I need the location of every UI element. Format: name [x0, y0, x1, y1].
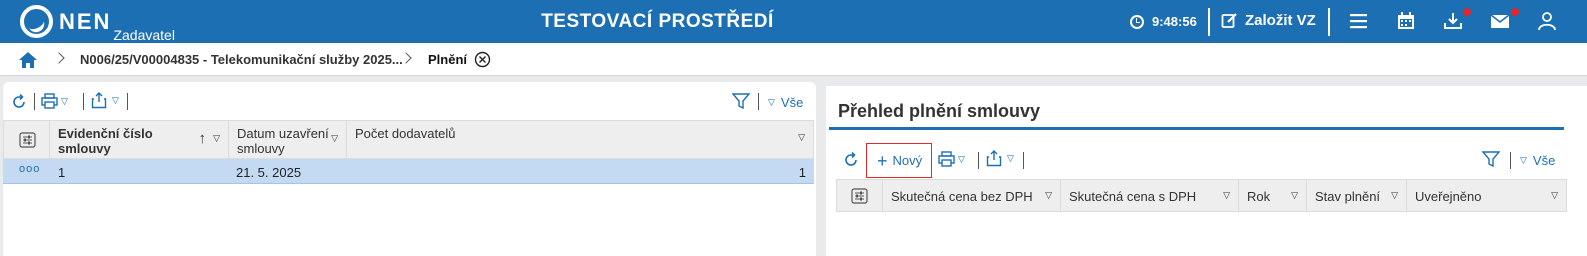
session-timer: 9:48:56: [1130, 14, 1197, 29]
divider: [978, 152, 979, 169]
filter-all-label: Vše: [780, 95, 804, 110]
divider: [1023, 152, 1024, 169]
plus-icon: +: [877, 150, 888, 171]
dropdown-triangle-icon: ▽: [1007, 153, 1014, 163]
column-header-status[interactable]: Stav plnění ▽: [1306, 179, 1407, 212]
performance-panel: Přehled plnění smlouvy + Nový ▽ ▽ ▽ Vše …: [826, 86, 1587, 256]
create-tender-label: Založit VZ: [1245, 12, 1316, 29]
dropdown-triangle-icon: ▽: [958, 153, 965, 164]
dropdown-triangle-icon: ▽: [112, 95, 119, 105]
share-icon: [91, 92, 107, 109]
environment-title: TESTOVACÍ PROSTŘEDÍ: [541, 11, 774, 32]
column-label: Evidenční číslo smlouvy: [58, 126, 153, 156]
new-button[interactable]: + Nový: [866, 143, 932, 178]
column-settings-cell[interactable]: [3, 120, 50, 159]
refresh-icon[interactable]: [843, 152, 859, 168]
filter-icon[interactable]: [1482, 151, 1500, 168]
refresh-icon[interactable]: [11, 94, 27, 110]
filter-all-dropdown[interactable]: ▽ Vše: [1520, 153, 1555, 168]
settings-sliders-icon: [851, 188, 868, 204]
divider: [83, 93, 84, 110]
divider: [34, 93, 35, 110]
divider: [1510, 152, 1511, 169]
home-icon[interactable]: [18, 51, 38, 69]
row-menu-icon[interactable]: ooo: [19, 163, 40, 175]
column-label: Uveřejněno: [1415, 189, 1482, 204]
column-filter-icon[interactable]: ▽: [1551, 190, 1558, 201]
print-button[interactable]: ▽: [938, 151, 965, 167]
column-label: Datum uzavření smlouvy: [237, 126, 329, 156]
column-label: Stav plnění: [1315, 189, 1381, 204]
column-filter-icon[interactable]: ▽: [331, 133, 338, 144]
column-label: Počet dodavatelů: [355, 126, 456, 141]
column-filter-icon[interactable]: ▽: [1391, 190, 1398, 201]
column-filter-icon[interactable]: ▽: [1045, 190, 1052, 201]
cell-supplier-count: 1: [798, 165, 806, 180]
sort-ascending-icon[interactable]: ↑: [199, 130, 207, 147]
filter-all-dropdown[interactable]: ▽ Vše: [768, 95, 803, 110]
mail-notification-dot: [1511, 8, 1519, 16]
download-notification-dot: [1463, 8, 1471, 16]
filter-all-label: Vše: [1532, 153, 1556, 168]
printer-icon: [938, 151, 955, 167]
settings-sliders-icon: [19, 132, 36, 148]
column-filter-icon[interactable]: ▽: [213, 133, 220, 144]
divider: [127, 93, 128, 110]
divider: [758, 93, 759, 110]
new-button-label: Nový: [892, 153, 923, 168]
share-icon: [986, 150, 1002, 167]
breadcrumb-tender[interactable]: N006/25/V00004835 - Telekomunikační služ…: [80, 52, 403, 67]
user-icon[interactable]: [1537, 11, 1557, 31]
contracts-panel: ▽ ▽ ▽ Vše Evidenční číslo smlouvy ↑ ▽ Da…: [3, 82, 816, 256]
column-header-contract-date[interactable]: Datum uzavření smlouvy ▽: [228, 120, 347, 159]
printer-icon: [41, 93, 58, 109]
download-icon[interactable]: [1443, 11, 1463, 31]
edit-icon: [1221, 13, 1237, 28]
close-icon[interactable]: [474, 51, 491, 68]
chevron-right-icon: [53, 52, 65, 64]
column-filter-icon[interactable]: ▽: [1223, 190, 1230, 201]
table-row[interactable]: ooo 1 21. 5. 2025 1: [3, 159, 814, 184]
column-header-price-with-vat[interactable]: Skutečná cena s DPH ▽: [1060, 179, 1239, 212]
dropdown-triangle-icon: ▽: [61, 95, 68, 106]
column-header-contract-number[interactable]: Evidenční číslo smlouvy ↑ ▽: [49, 120, 229, 159]
title-underline: [829, 127, 1564, 130]
divider: [1328, 8, 1330, 36]
top-bar: NEN Zadavatel TESTOVACÍ PROSTŘEDÍ 9:48:5…: [0, 0, 1587, 43]
breadcrumb-current: Plnění: [428, 52, 468, 67]
dropdown-triangle-icon: ▽: [768, 97, 775, 107]
create-tender-button[interactable]: Založit VZ: [1221, 12, 1316, 29]
menu-icon[interactable]: [1349, 11, 1369, 31]
divider: [1208, 8, 1210, 36]
dropdown-triangle-icon: ▽: [1520, 155, 1527, 165]
export-button[interactable]: ▽: [986, 150, 1014, 167]
column-filter-icon[interactable]: ▽: [1291, 190, 1298, 201]
column-filter-icon[interactable]: ▽: [798, 132, 805, 143]
column-header-year[interactable]: Rok ▽: [1238, 179, 1307, 212]
session-time: 9:48:56: [1152, 14, 1197, 29]
filter-icon[interactable]: [732, 93, 750, 110]
column-label: Skutečná cena bez DPH: [891, 189, 1033, 204]
column-header-published[interactable]: Uveřejněno ▽: [1406, 179, 1567, 212]
clock-icon: [1130, 14, 1144, 29]
column-label: Skutečná cena s DPH: [1069, 189, 1197, 204]
column-settings-cell[interactable]: [836, 179, 883, 212]
cell-contract-number: 1: [58, 165, 66, 180]
column-label: Rok: [1247, 189, 1271, 204]
section-title: Přehled plnění smlouvy: [838, 101, 1041, 121]
export-button[interactable]: ▽: [91, 92, 119, 109]
cell-contract-date: 21. 5. 2025: [236, 165, 302, 180]
print-button[interactable]: ▽: [41, 93, 68, 109]
breadcrumb: N006/25/V00004835 - Telekomunikační služ…: [0, 43, 1587, 76]
column-header-price-without-vat[interactable]: Skutečná cena bez DPH ▽: [882, 179, 1061, 212]
mail-icon[interactable]: [1490, 11, 1510, 31]
calendar-icon[interactable]: [1396, 11, 1416, 31]
column-header-supplier-count[interactable]: Počet dodavatelů ▽: [346, 120, 814, 159]
